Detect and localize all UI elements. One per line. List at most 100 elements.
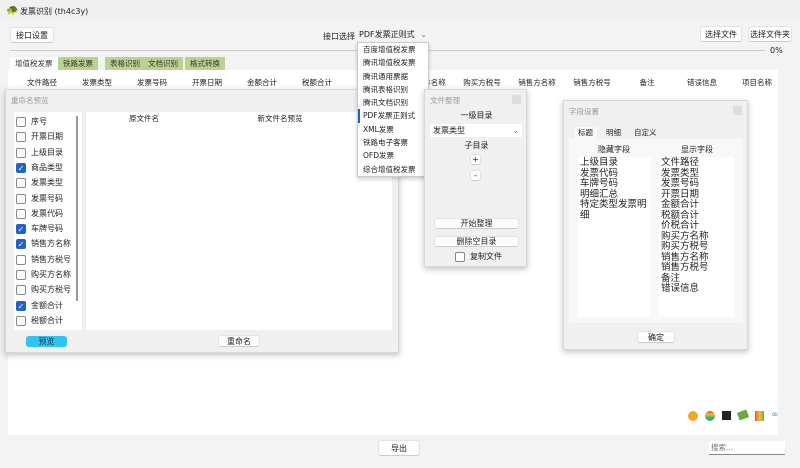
- column-header[interactable]: 开票日期: [179, 76, 235, 90]
- tab-4[interactable]: 格式转换: [185, 57, 225, 70]
- column-header[interactable]: 购买方税号: [454, 76, 510, 90]
- field-settings-window: 字段设置 标题 明细 自定义 隐藏字段 显示字段 上级目录 发票代码 车牌号码 明细汇总特…: [563, 100, 748, 350]
- checkbox-checked-icon: ✓: [16, 162, 26, 173]
- field-checkbox[interactable]: 发票号码: [16, 192, 63, 206]
- field-checkbox[interactable]: 开票日期: [16, 130, 63, 144]
- export-button[interactable]: 导出: [378, 440, 420, 456]
- column-header[interactable]: 发票号码: [124, 76, 180, 90]
- archive-icon[interactable]: [722, 411, 731, 420]
- list-item[interactable]: 金额合计: [661, 199, 732, 211]
- field-label: 发票类型: [31, 178, 63, 188]
- remove-subdir-button[interactable]: -: [470, 170, 481, 181]
- color-palette-icon[interactable]: [705, 411, 715, 421]
- search-input[interactable]: [709, 441, 785, 455]
- link-icon[interactable]: ∞: [771, 411, 781, 420]
- tab-3[interactable]: 文档识别: [143, 57, 183, 70]
- chevron-down-icon: ⌄: [420, 30, 427, 39]
- file-organize-window: 文件整理 一级目录 发票类型 ⌄ 子目录 + - 开始整理 删除空目录 复制文件: [424, 89, 527, 267]
- list-item[interactable]: 特定类型发票明细: [580, 199, 649, 221]
- menu-item[interactable]: XML发票: [358, 123, 428, 136]
- field-checkbox[interactable]: 发票类型: [16, 176, 63, 190]
- column-header[interactable]: 税额合计: [289, 76, 345, 90]
- coin-icon[interactable]: [688, 411, 698, 421]
- tab-1[interactable]: 铁路发票: [58, 57, 98, 70]
- menu-item[interactable]: OFD发票: [358, 149, 428, 162]
- ok-button[interactable]: 确定: [637, 331, 675, 343]
- list-item[interactable]: 销售方税号: [661, 262, 732, 274]
- shown-fields-list[interactable]: 文件路径 发票类型 发票号码 开票日期 金额合计 税额合计 价税合计 购买方名称 购买方税号 销售…: [659, 157, 734, 317]
- chart-icon[interactable]: [755, 411, 764, 421]
- close-icon[interactable]: [733, 106, 742, 115]
- money-icon[interactable]: [736, 409, 750, 421]
- checkbox-icon: [16, 117, 26, 127]
- field-checkbox[interactable]: ✓ 车牌号码: [16, 222, 63, 236]
- hidden-fields-list[interactable]: 上级目录 发票代码 车牌号码 明细汇总 特定类型发票明细: [578, 157, 651, 317]
- tab-2[interactable]: 表格识别: [105, 57, 145, 70]
- window-title: 发票识别 (th4c3y): [20, 7, 89, 16]
- menu-item[interactable]: PDF发票正则式: [358, 109, 428, 123]
- window-title: 文件整理: [430, 96, 460, 105]
- column-header[interactable]: 销售方税号: [564, 76, 620, 90]
- column-header[interactable]: 销售方名称: [509, 76, 565, 90]
- field-checkbox[interactable]: 序号: [16, 115, 47, 129]
- scrollbar[interactable]: [76, 116, 78, 301]
- list-item[interactable]: 文件路径: [661, 157, 732, 169]
- tab-0[interactable]: 增值税发票: [10, 57, 58, 70]
- field-checkbox[interactable]: 购买方税号: [16, 283, 71, 297]
- list-item[interactable]: 错误信息: [661, 283, 732, 295]
- field-checkbox[interactable]: 销售方税号: [16, 253, 71, 267]
- preview-button[interactable]: 预览: [26, 336, 67, 347]
- start-organize-button[interactable]: 开始整理: [434, 218, 519, 229]
- copy-files-checkbox[interactable]: 复制文件: [455, 250, 502, 264]
- column-header[interactable]: 备注: [619, 76, 675, 90]
- column-header[interactable]: 文件路径: [14, 76, 70, 90]
- menu-item[interactable]: 腾讯增值税发票: [358, 56, 428, 69]
- field-checkbox[interactable]: 发票代码: [16, 207, 63, 221]
- rename-button[interactable]: 重命名: [218, 335, 260, 347]
- field-checkbox[interactable]: 购买方名称: [16, 268, 71, 282]
- field-label: 序号: [31, 117, 47, 126]
- list-item[interactable]: 价税合计: [661, 220, 732, 232]
- select-folder-button[interactable]: 选择文件夹: [748, 26, 792, 42]
- delete-empty-dirs-button[interactable]: 删除空目录: [434, 236, 519, 247]
- field-label: 商品类型: [31, 162, 63, 172]
- chevron-down-icon: ⌄: [512, 126, 519, 135]
- column-header[interactable]: 金额合计: [234, 76, 290, 90]
- api-settings-button[interactable]: 接口设置: [10, 27, 54, 43]
- select-file-button[interactable]: 选择文件: [700, 26, 742, 42]
- list-item[interactable]: 购买方税号: [661, 241, 732, 253]
- api-select-label: 接口选择: [323, 32, 355, 41]
- api-selected-value: PDF发票正则式: [359, 30, 415, 39]
- menu-item[interactable]: 腾讯表格识别: [358, 83, 428, 96]
- progress-text: 0%: [770, 46, 783, 55]
- field-tab-1[interactable]: 明细: [602, 127, 625, 139]
- field-label: 购买方名称: [31, 270, 71, 279]
- level1-select[interactable]: 发票类型 ⌄: [430, 124, 522, 137]
- menu-item[interactable]: 百度增值税发票: [358, 43, 428, 56]
- list-item[interactable]: 车牌号码: [580, 178, 649, 190]
- field-checkbox[interactable]: ✓ 商品类型: [16, 161, 63, 175]
- list-item[interactable]: 上级目录: [580, 157, 649, 169]
- field-checkbox[interactable]: 税额合计: [16, 314, 63, 328]
- field-tab-2[interactable]: 自定义: [630, 127, 661, 139]
- close-icon[interactable]: [512, 95, 521, 104]
- menu-item[interactable]: 铁路电子客票: [358, 136, 428, 149]
- field-label: 金额合计: [31, 300, 63, 310]
- title-bar: 🐢 发票识别 (th4c3y): [0, 0, 800, 22]
- menu-item[interactable]: 综合增值税发票: [358, 163, 428, 176]
- field-checkbox[interactable]: ✓ 金额合计: [16, 299, 63, 313]
- checkbox-icon: [16, 132, 26, 143]
- api-select[interactable]: PDF发票正则式 ⌄: [356, 27, 430, 42]
- copy-files-label: 复制文件: [470, 252, 502, 261]
- menu-item[interactable]: 腾讯文档识别: [358, 96, 428, 109]
- field-tab-0[interactable]: 标题: [574, 127, 597, 139]
- menu-item[interactable]: 腾讯通用票据: [358, 70, 428, 83]
- column-header[interactable]: 项目名称: [729, 76, 785, 90]
- list-item[interactable]: 发票号码: [661, 178, 732, 190]
- add-subdir-button[interactable]: +: [470, 154, 481, 165]
- column-header[interactable]: 发票类型: [69, 76, 125, 90]
- field-checkbox[interactable]: 上级目录: [16, 146, 63, 160]
- field-checkbox[interactable]: ✓ 销售方名称: [16, 237, 71, 251]
- field-label: 开票日期: [31, 132, 63, 142]
- column-header[interactable]: 错误信息: [674, 76, 730, 90]
